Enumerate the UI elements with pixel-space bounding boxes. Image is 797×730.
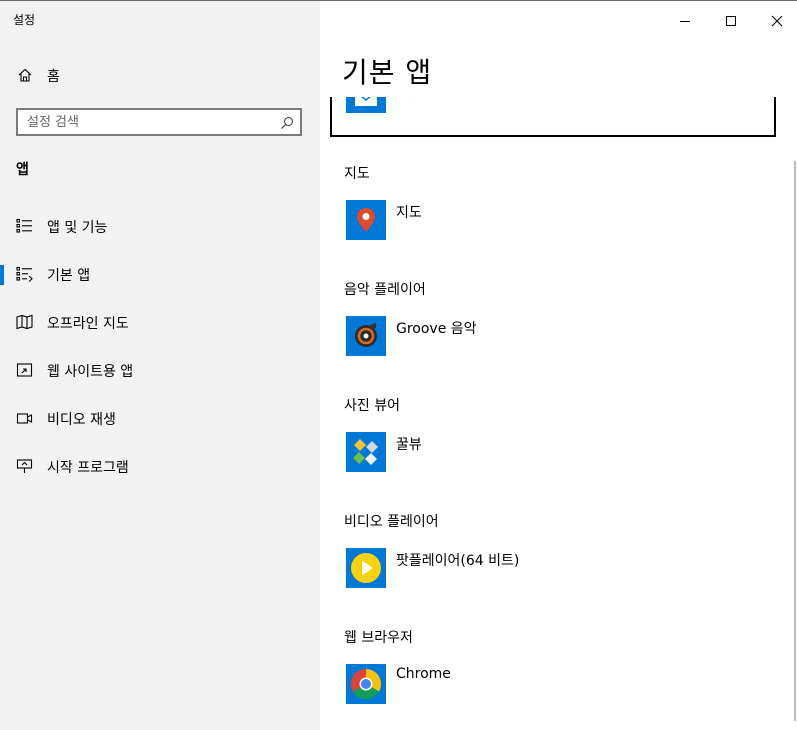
selection-indicator bbox=[0, 265, 4, 285]
category-heading-music: 음악 플레이어 bbox=[344, 282, 426, 298]
app-name: 꿀뷰 bbox=[396, 437, 422, 453]
email-app-button[interactable]: 메일 bbox=[330, 97, 776, 137]
sidebar-item-label: 앱 및 기능 bbox=[47, 220, 108, 236]
sidebar-item-default-apps[interactable]: 기본 앱 bbox=[0, 254, 320, 294]
default-apps-icon bbox=[16, 266, 33, 282]
section-heading: 앱 bbox=[16, 162, 29, 178]
maps-icon bbox=[346, 200, 386, 240]
category-heading-maps: 지도 bbox=[344, 166, 370, 182]
web-browser-app-button[interactable]: Chrome bbox=[346, 664, 646, 704]
window-title: 설정 bbox=[13, 13, 36, 27]
sidebar: 설정 홈 앱 앱 및 기능 기본 앱 오프라인 지도 bbox=[0, 1, 320, 730]
category-heading-video-player: 비디오 플레이어 bbox=[344, 514, 439, 530]
music-app-button[interactable]: Groove 음악 bbox=[346, 316, 646, 356]
home-icon bbox=[17, 67, 33, 83]
sidebar-item-startup[interactable]: 시작 프로그램 bbox=[0, 446, 320, 486]
maximize-button[interactable] bbox=[708, 7, 754, 35]
app-name: 지도 bbox=[396, 205, 422, 221]
sidebar-item-label: 웹 사이트용 앱 bbox=[47, 364, 134, 380]
email-app-name: 메일 bbox=[404, 97, 428, 100]
sidebar-item-label: 오프라인 지도 bbox=[47, 316, 129, 332]
sidebar-item-apps-features[interactable]: 앱 및 기능 bbox=[0, 206, 320, 246]
default-apps-list: 메일 지도 지도 음악 플레이어 Groove 음악 사진 뷰어 꿀뷰 비디오 … bbox=[320, 97, 797, 730]
search-box[interactable] bbox=[16, 108, 302, 136]
maps-app-button[interactable]: 지도 bbox=[346, 200, 646, 240]
potplayer-icon bbox=[346, 548, 386, 588]
sidebar-home[interactable]: 홈 bbox=[0, 61, 320, 91]
apps-features-icon bbox=[16, 218, 33, 234]
main-content: 기본 앱 메일 지도 지도 음악 플레이어 Groove 음악 사진 뷰어 bbox=[320, 1, 797, 730]
close-button[interactable] bbox=[754, 7, 797, 35]
video-player-app-button[interactable]: 팟플레이어(64 비트) bbox=[346, 548, 646, 588]
app-name: Chrome bbox=[396, 666, 451, 682]
groove-music-icon bbox=[346, 316, 386, 356]
search-input[interactable] bbox=[27, 113, 267, 131]
scrollbar[interactable] bbox=[794, 161, 796, 721]
startup-icon bbox=[16, 458, 33, 474]
sidebar-home-label: 홈 bbox=[47, 69, 60, 85]
search-icon[interactable] bbox=[280, 115, 294, 129]
minimize-button[interactable] bbox=[662, 7, 708, 35]
video-playback-icon bbox=[16, 410, 33, 426]
close-icon bbox=[771, 15, 783, 27]
page-title: 기본 앱 bbox=[342, 56, 433, 89]
category-heading-photo-viewer: 사진 뷰어 bbox=[344, 398, 400, 414]
honeyview-icon bbox=[346, 432, 386, 472]
offline-maps-icon bbox=[16, 314, 33, 330]
minimize-icon bbox=[680, 21, 690, 22]
apps-for-websites-icon bbox=[16, 362, 33, 378]
mail-icon bbox=[346, 97, 386, 113]
app-name: Groove 음악 bbox=[396, 321, 477, 337]
maximize-icon bbox=[726, 16, 736, 26]
sidebar-item-label: 시작 프로그램 bbox=[47, 460, 129, 476]
sidebar-item-label: 비디오 재생 bbox=[47, 412, 116, 428]
category-heading-web-browser: 웹 브라우저 bbox=[344, 630, 413, 646]
photo-viewer-app-button[interactable]: 꿀뷰 bbox=[346, 432, 646, 472]
app-name: 팟플레이어(64 비트) bbox=[396, 553, 520, 569]
sidebar-item-label: 기본 앱 bbox=[47, 268, 91, 284]
sidebar-item-offline-maps[interactable]: 오프라인 지도 bbox=[0, 302, 320, 342]
chrome-icon bbox=[346, 664, 386, 704]
sidebar-item-apps-for-websites[interactable]: 웹 사이트용 앱 bbox=[0, 350, 320, 390]
sidebar-item-video-playback[interactable]: 비디오 재생 bbox=[0, 398, 320, 438]
